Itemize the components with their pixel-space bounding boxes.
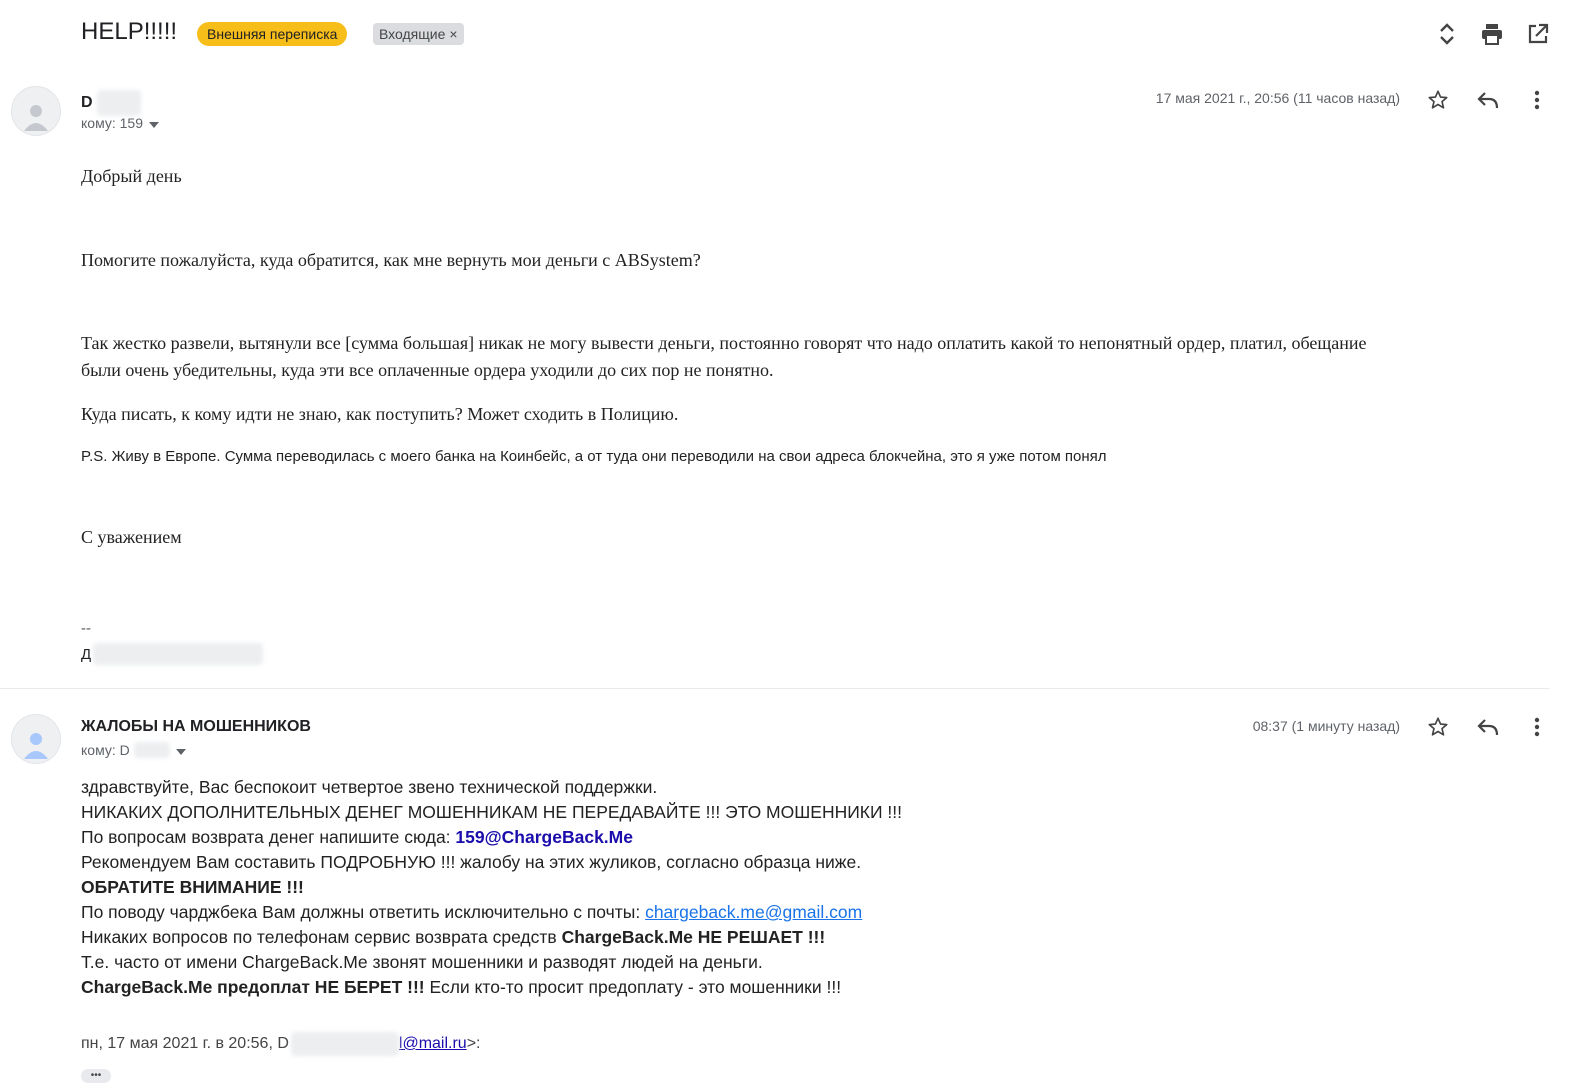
body-line-warning: ОБРАТИТЕ ВНИМАНИЕ !!! <box>81 877 304 897</box>
label-text: Внешняя переписка <box>207 26 338 42</box>
print-icon[interactable] <box>1480 22 1504 46</box>
contact-email[interactable]: 159@ChargeBack.Me <box>455 827 633 847</box>
reply-icon[interactable] <box>1476 88 1500 112</box>
body-line: Т.е. часто от имени ChargeBack.Me звонят… <box>81 952 763 972</box>
open-in-new-window-icon[interactable] <box>1526 22 1550 46</box>
more-vert-icon[interactable] <box>1525 88 1549 112</box>
body-line: Рекомендуем Вам составить ПОДРОБНУЮ !!! … <box>81 852 862 872</box>
body-paragraph: Куда писать, к кому идти не знаю, как по… <box>81 404 679 424</box>
recipient-line: кому: D <box>81 742 186 758</box>
label-external-correspondence[interactable]: Внешняя переписка <box>197 22 348 46</box>
sender-avatar <box>11 714 61 764</box>
label-inbox[interactable]: Входящие × <box>373 23 464 45</box>
remove-label-icon[interactable]: × <box>449 26 457 42</box>
person-icon <box>24 105 48 131</box>
person-icon <box>24 733 48 759</box>
sender-avatar <box>11 86 61 136</box>
body-text: Если кто-то просит предоплату - это моше… <box>424 977 842 997</box>
redacted-signature <box>93 643 264 665</box>
show-trimmed-content-button[interactable]: ••• <box>81 1069 111 1083</box>
body-greeting: Добрый день <box>81 166 182 186</box>
redacted-email <box>290 1032 399 1056</box>
body-paragraph: были очень убедительны, куда эти все опл… <box>81 360 774 380</box>
body-postscript: P.S. Живу в Европе. Сумма переводилась с… <box>81 448 1107 465</box>
signature: Д <box>81 643 264 665</box>
sender-name: D <box>81 94 93 111</box>
signature-separator: -- <box>81 620 91 637</box>
body-bold-text: ChargeBack.Me НЕ РЕШАЕТ !!! <box>561 927 826 947</box>
body-line: По вопросам возврата денег напишите сюда… <box>81 825 1081 850</box>
quote-suffix: >: <box>466 1035 481 1052</box>
more-vert-icon[interactable] <box>1525 715 1549 739</box>
star-icon[interactable] <box>1426 715 1450 739</box>
star-icon[interactable] <box>1426 88 1450 112</box>
body-text: Никаких вопросов по телефонам сервис воз… <box>81 927 562 947</box>
body-text: По вопросам возврата денег напишите сюда… <box>81 827 456 847</box>
body-line: По поводу чарджбека Вам должны ответить … <box>81 900 1081 925</box>
message-date: 17 мая 2021 г., 20:56 (11 часов назад) <box>1155 90 1400 106</box>
email-link[interactable]: chargeback.me@gmail.com <box>645 902 862 922</box>
body-line: ChargeBack.Me предоплат НЕ БЕРЕТ !!! Есл… <box>81 975 1081 1000</box>
quoted-message-header: пн, 17 мая 2021 г. в 20:56, D l@mail.ru … <box>81 1032 481 1056</box>
quoted-email-link[interactable]: l@mail.ru <box>399 1035 467 1053</box>
body-line: здравствуйте, Вас беспокоит четвертое зв… <box>81 777 658 797</box>
body-line: Никаких вопросов по телефонам сервис воз… <box>81 925 1081 950</box>
body-line: НИКАКИХ ДОПОЛНИТЕЛЬНЫХ ДЕНЕГ МОШЕННИКАМ … <box>81 802 903 822</box>
body-text: По поводу чарджбека Вам должны ответить … <box>81 902 646 922</box>
message-divider <box>0 688 1549 689</box>
message-sender[interactable]: D <box>81 90 141 116</box>
recipient-label: кому: 159 <box>81 115 143 131</box>
signature-name: Д <box>81 645 92 663</box>
message-date: 08:37 (1 минуту назад) <box>1252 718 1400 734</box>
message-sender[interactable]: ЖАЛОБЫ НА МОШЕННИКОВ <box>81 718 311 736</box>
reply-body: здравствуйте, Вас беспокоит четвертое зв… <box>81 775 1081 1000</box>
body-paragraph: Так жестко развели, вытянули все [сумма … <box>81 333 1367 353</box>
reply-icon[interactable] <box>1476 715 1500 739</box>
redacted-recipient <box>133 742 170 758</box>
body-paragraph: Помогите пожалуйста, куда обратится, как… <box>81 250 701 270</box>
body-bold-text: ChargeBack.Me предоплат НЕ БЕРЕТ !!! <box>81 977 425 997</box>
thread-subject: HELP!!!!! <box>81 18 178 45</box>
recipient-details-dropdown-icon[interactable] <box>175 742 186 758</box>
ellipsis-icon: ••• <box>90 1070 102 1081</box>
body-closing: С уважением <box>81 527 182 547</box>
expand-collapse-icon[interactable] <box>1435 22 1459 46</box>
label-text: Входящие <box>379 26 446 42</box>
quote-prefix: пн, 17 мая 2021 г. в 20:56, D <box>81 1035 289 1052</box>
redacted-name <box>96 90 141 116</box>
recipient-label: кому: D <box>81 742 130 758</box>
recipient-details-dropdown-icon[interactable] <box>149 115 159 131</box>
recipient-line: кому: 159 <box>81 115 159 131</box>
